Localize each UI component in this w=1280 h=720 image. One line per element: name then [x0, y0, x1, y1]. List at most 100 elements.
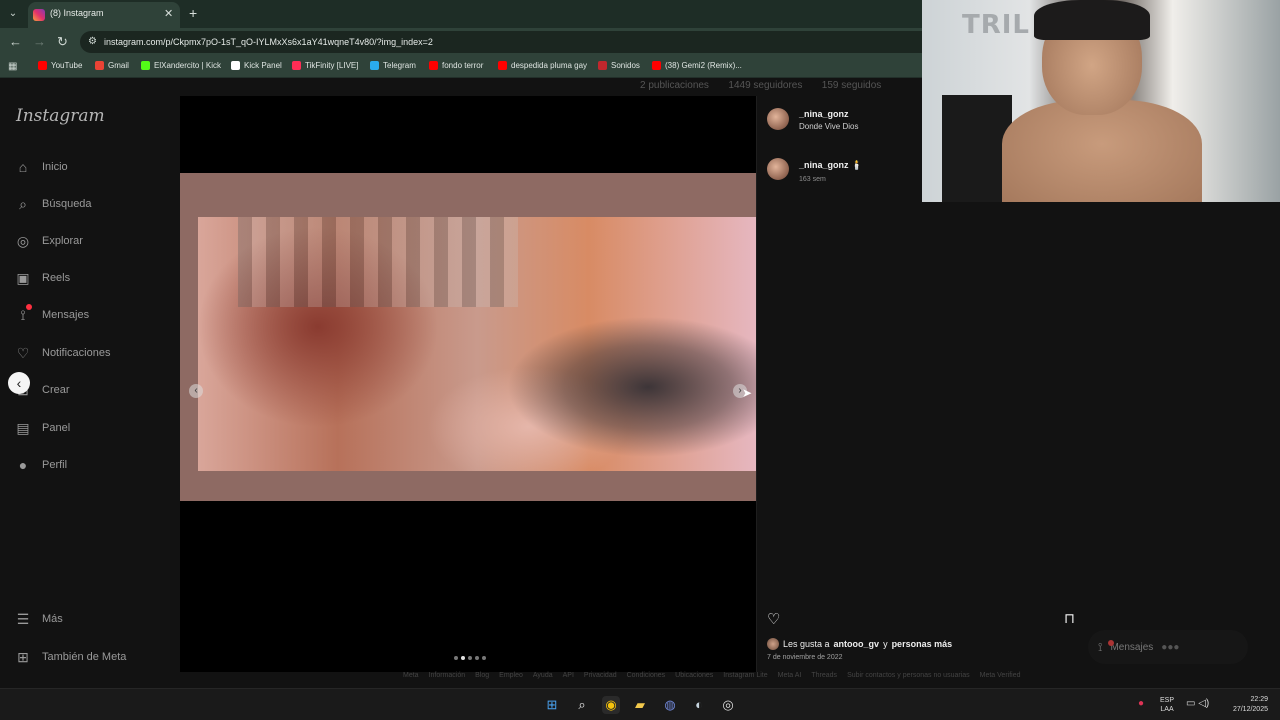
- post-location[interactable]: Donde Vive Dios: [799, 122, 858, 131]
- nav-item-explorar[interactable]: ◎ Explorar: [14, 232, 83, 250]
- footer-link[interactable]: Información: [429, 672, 466, 679]
- browser-tab[interactable]: (8) Instagram ✕: [28, 2, 180, 28]
- bookmark-favicon-icon: [370, 61, 379, 70]
- carousel-prev-button[interactable]: ‹: [189, 384, 203, 398]
- nav-item-mensajes[interactable]: ⟟ Mensajes: [14, 304, 89, 324]
- steam-icon[interactable]: ◐: [690, 696, 708, 714]
- instagram-favicon-icon: [33, 9, 45, 21]
- likes-user[interactable]: antooo_gv: [834, 639, 880, 649]
- caption-age: 163 sem: [799, 176, 826, 183]
- caption-emoji: 🕯️: [851, 160, 863, 170]
- microphone-icon[interactable]: ●: [1138, 698, 1144, 709]
- chrome-icon[interactable]: ◉: [602, 696, 620, 714]
- nav-item-busqueda[interactable]: ⌕ Búsqueda: [14, 195, 91, 213]
- footer-link[interactable]: Condiciones: [627, 672, 666, 679]
- tab-close-icon[interactable]: ✕: [164, 7, 173, 20]
- footer-link[interactable]: Privacidad: [584, 672, 617, 679]
- streamer-torso: [1002, 100, 1202, 202]
- bookmark-favicon-icon: [498, 61, 507, 70]
- footer-link[interactable]: API: [563, 672, 574, 679]
- chart-icon: ▤: [16, 420, 30, 436]
- post-image: [198, 217, 756, 471]
- new-tab-button[interactable]: +: [189, 5, 197, 21]
- footer-link[interactable]: Subir contactos y personas no usuarias: [847, 672, 970, 679]
- nav-item-inicio[interactable]: ⌂ Inicio: [14, 158, 68, 176]
- footer-link[interactable]: Meta Verified: [980, 672, 1021, 679]
- footer-link[interactable]: Instagram Lite: [723, 672, 767, 679]
- nav-item-notificaciones[interactable]: ♡ Notificaciones: [14, 344, 111, 362]
- search-icon[interactable]: ⌕: [573, 696, 591, 714]
- bookmark-item[interactable]: Sonidos: [598, 61, 640, 70]
- footer-link[interactable]: Meta AI: [778, 672, 802, 679]
- caption-avatar[interactable]: [767, 158, 789, 180]
- author-avatar[interactable]: [767, 108, 789, 130]
- bookmark-item[interactable]: YouTube: [38, 61, 82, 70]
- like-heart-icon[interactable]: ♡: [767, 610, 780, 628]
- instagram-logo[interactable]: Instagram: [16, 106, 105, 126]
- footer-link[interactable]: Ayuda: [533, 672, 553, 679]
- nav-also-meta[interactable]: ⊞ También de Meta: [14, 648, 126, 666]
- tab-title: (8) Instagram: [50, 8, 104, 18]
- reload-icon[interactable]: ↻: [57, 34, 68, 50]
- home-icon: ⌂: [18, 159, 28, 175]
- bookmark-icon[interactable]: ⊓: [1064, 610, 1075, 627]
- bookmark-item[interactable]: TikFinity [LIVE]: [292, 61, 359, 70]
- back-icon[interactable]: ←: [9, 34, 22, 49]
- nav-more[interactable]: ☰ Más: [14, 610, 63, 628]
- footer-link[interactable]: Meta: [403, 672, 419, 679]
- streamer-hair: [1034, 0, 1150, 40]
- avatar-icon: ●: [18, 457, 28, 473]
- close-post-back-button[interactable]: ‹: [8, 372, 30, 394]
- forward-icon[interactable]: →: [33, 34, 46, 49]
- bookmark-item[interactable]: despedida pluma gay: [498, 61, 587, 70]
- post-date[interactable]: 7 de noviembre de 2022: [767, 654, 843, 661]
- footer-link[interactable]: Empleo: [499, 672, 523, 679]
- nav-item-perfil[interactable]: ● Perfil: [14, 456, 67, 474]
- lang-top: ESP: [1160, 697, 1175, 704]
- bookmark-favicon-icon: [38, 61, 47, 70]
- url-text[interactable]: instagram.com/p/Ckpmx7pO-1sT_qO-IYLMxXs6…: [104, 37, 433, 47]
- carousel-dot: [475, 656, 479, 660]
- carousel-dot: [454, 656, 458, 660]
- nav-item-panel[interactable]: ▤ Panel: [14, 419, 70, 437]
- author-username[interactable]: _nina_gonz: [799, 109, 849, 119]
- messages-pill[interactable]: ⟟ Mensajes ●●●: [1088, 630, 1248, 664]
- bookmark-item[interactable]: Kick Panel: [231, 61, 282, 70]
- nav-label: Notificaciones: [42, 347, 111, 359]
- caption-user-link[interactable]: _nina_gonz: [799, 160, 849, 170]
- system-clock[interactable]: 22:29 27/12/2025: [1222, 695, 1268, 715]
- network-volume-icon[interactable]: ▭ ◁): [1186, 698, 1209, 709]
- footer-link[interactable]: Threads: [811, 672, 837, 679]
- likes-others[interactable]: personas más: [892, 639, 953, 649]
- unread-badge: [26, 304, 32, 310]
- file-explorer-icon[interactable]: ▰: [631, 696, 649, 714]
- address-bar[interactable]: ⚙ instagram.com/p/Ckpmx7pO-1sT_qO-IYLMxX…: [80, 31, 940, 53]
- footer-link[interactable]: Blog: [475, 672, 489, 679]
- bookmark-favicon-icon: [141, 61, 150, 70]
- post-media[interactable]: ‹ ›: [180, 96, 756, 672]
- bookmark-label: Gmail: [108, 61, 129, 70]
- bookmark-item[interactable]: fondo terror: [429, 61, 483, 70]
- footer-link[interactable]: Ubicaciones: [675, 672, 713, 679]
- language-indicator[interactable]: ESP LAA: [1160, 696, 1174, 714]
- bookmark-item[interactable]: (38) Gemi2 (Remix)...: [652, 61, 742, 70]
- nav-label: Reels: [42, 272, 71, 284]
- bookmark-label: Kick Panel: [244, 61, 282, 70]
- apps-grid-icon[interactable]: ▦: [8, 61, 17, 72]
- followers-count: 1449 seguidores: [728, 80, 803, 91]
- nav-item-reels[interactable]: ▣ Reels: [14, 269, 70, 287]
- nav-label: Panel: [42, 422, 71, 434]
- obs-icon[interactable]: ◎: [719, 696, 737, 714]
- wall-logo: TRIL: [962, 10, 1030, 40]
- tab-search-icon[interactable]: ⌄: [4, 5, 22, 23]
- bookmark-favicon-icon: [598, 61, 607, 70]
- bookmark-item[interactable]: Gmail: [95, 61, 129, 70]
- bookmark-item[interactable]: ElXandercito | Kick: [141, 61, 221, 70]
- carousel-dot: [482, 656, 486, 660]
- windows-start-icon[interactable]: ⊞: [543, 696, 561, 714]
- discord-icon[interactable]: ◍: [661, 696, 679, 714]
- bookmark-item[interactable]: Telegram: [370, 61, 416, 70]
- bookmark-label: Telegram: [383, 61, 416, 70]
- site-info-icon[interactable]: ⚙: [88, 36, 100, 48]
- likes-prefix: Les gusta a: [783, 639, 830, 649]
